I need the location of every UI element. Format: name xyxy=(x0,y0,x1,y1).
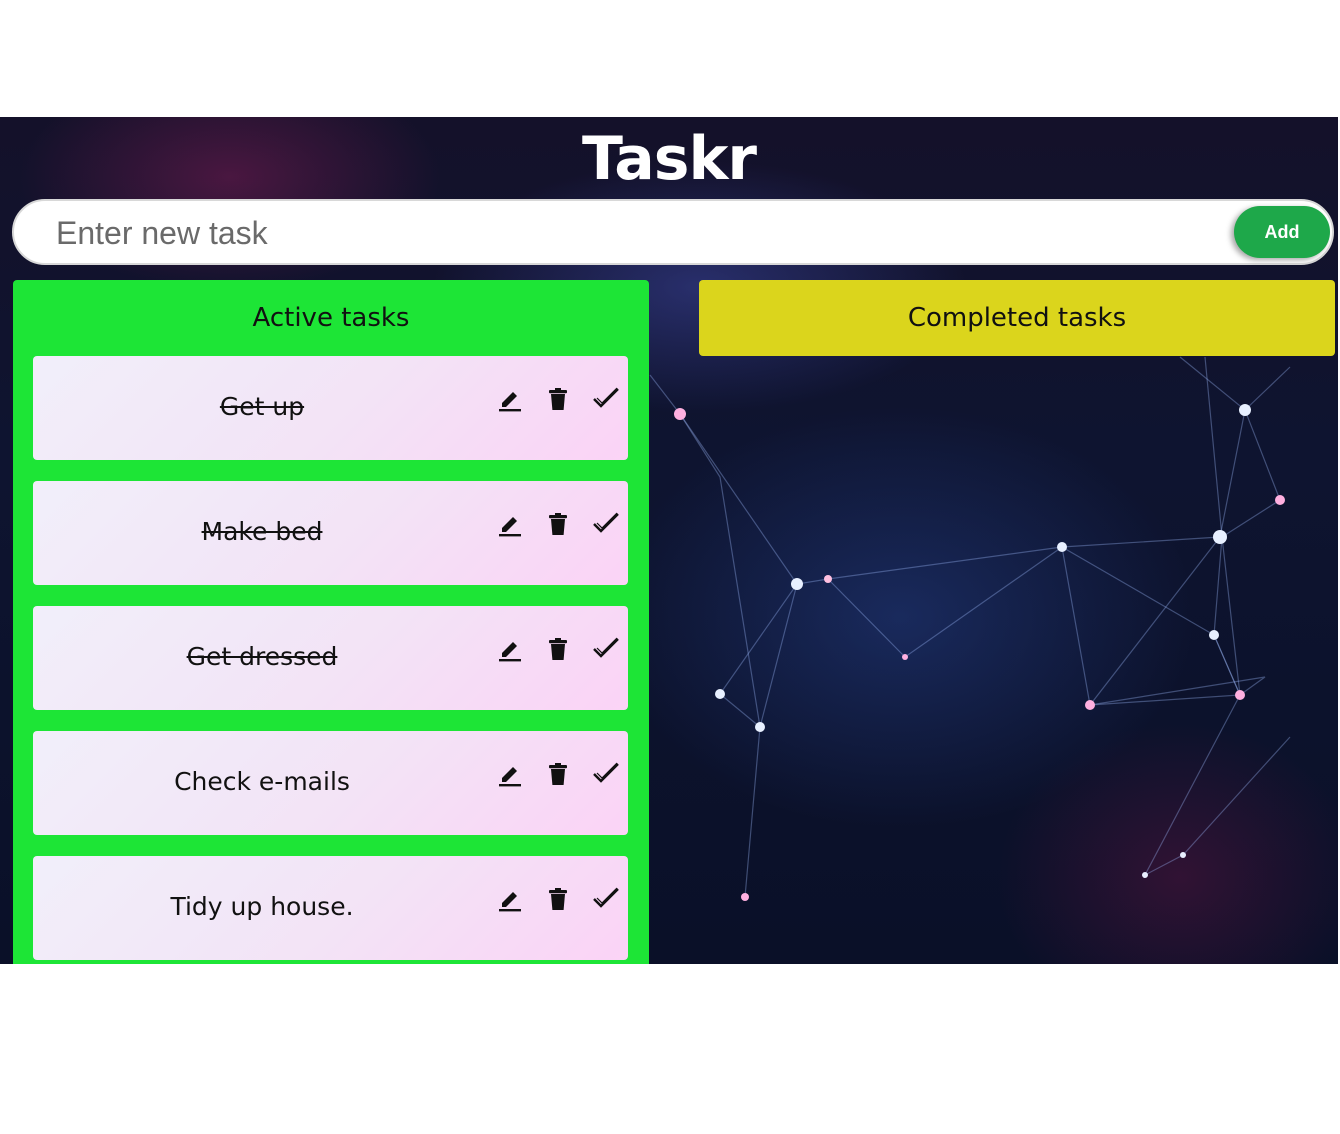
completed-tasks-column: Completed tasks xyxy=(699,280,1335,356)
new-task-form: Add xyxy=(12,199,1334,265)
new-task-input[interactable] xyxy=(54,201,1228,265)
delete-task-button[interactable] xyxy=(543,759,573,789)
checkmark-icon xyxy=(591,759,621,789)
completed-tasks-heading: Completed tasks xyxy=(907,303,1127,333)
delete-task-button[interactable] xyxy=(543,634,573,664)
task-card: Get up xyxy=(33,356,628,460)
trash-icon xyxy=(543,509,573,539)
task-actions xyxy=(475,509,619,539)
complete-task-button[interactable] xyxy=(591,634,621,664)
task-text: Make bed xyxy=(201,517,323,546)
edit-task-button[interactable] xyxy=(495,509,525,539)
trash-icon xyxy=(543,634,573,664)
task-text: Tidy up house. xyxy=(170,892,354,921)
task-card: Tidy up house. xyxy=(33,856,628,960)
checkmark-icon xyxy=(591,884,621,914)
task-card: Get dressed xyxy=(33,606,628,710)
edit-task-button[interactable] xyxy=(495,634,525,664)
task-actions xyxy=(475,759,619,789)
pencil-icon xyxy=(495,509,525,539)
app-window: Taskr Add Active tasks Get up Make bed Get… xyxy=(0,117,1338,964)
active-tasks-column: Active tasks Get up Make bed Get dressed Ch… xyxy=(13,280,649,964)
checkmark-icon xyxy=(591,634,621,664)
delete-task-button[interactable] xyxy=(543,509,573,539)
edit-task-button[interactable] xyxy=(495,384,525,414)
active-tasks-heading: Active tasks xyxy=(252,303,410,333)
pencil-icon xyxy=(495,384,525,414)
edit-task-button[interactable] xyxy=(495,759,525,789)
checkmark-icon xyxy=(591,384,621,414)
task-card: Make bed xyxy=(33,481,628,585)
pencil-icon xyxy=(495,759,525,789)
trash-icon xyxy=(543,384,573,414)
task-text: Check e-mails xyxy=(174,767,350,796)
complete-task-button[interactable] xyxy=(591,384,621,414)
trash-icon xyxy=(543,759,573,789)
complete-task-button[interactable] xyxy=(591,884,621,914)
task-actions xyxy=(475,384,619,414)
task-actions xyxy=(475,884,619,914)
checkmark-icon xyxy=(591,509,621,539)
delete-task-button[interactable] xyxy=(543,384,573,414)
edit-task-button[interactable] xyxy=(495,884,525,914)
pencil-icon xyxy=(495,634,525,664)
app-title: Taskr xyxy=(582,124,757,194)
delete-task-button[interactable] xyxy=(543,884,573,914)
complete-task-button[interactable] xyxy=(591,759,621,789)
add-task-button[interactable]: Add xyxy=(1234,206,1330,258)
task-text: Get up xyxy=(219,392,305,421)
pencil-icon xyxy=(495,884,525,914)
task-card: Check e-mails xyxy=(33,731,628,835)
complete-task-button[interactable] xyxy=(591,509,621,539)
trash-icon xyxy=(543,884,573,914)
task-text: Get dressed xyxy=(186,642,338,671)
task-actions xyxy=(475,634,619,664)
